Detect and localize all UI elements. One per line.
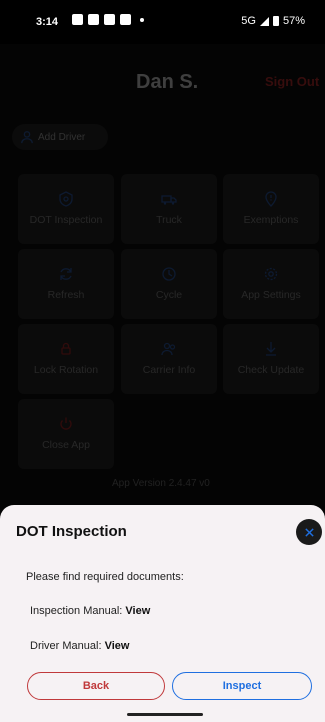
inspection-manual-row: Inspection Manual: View bbox=[30, 605, 150, 617]
sign-out-button[interactable]: Sign Out bbox=[265, 74, 319, 89]
settings-gear-icon bbox=[264, 267, 278, 281]
tile-label: Carrier Info bbox=[142, 364, 196, 376]
carrier-people-icon bbox=[161, 342, 176, 356]
tile-label: App Settings bbox=[241, 289, 301, 301]
driver-manual-view-link[interactable]: View bbox=[105, 640, 130, 652]
status-right: 5G 57% bbox=[241, 15, 305, 27]
tile-exemptions[interactable]: Exemptions bbox=[223, 174, 319, 244]
battery-percent: 57% bbox=[282, 15, 305, 27]
driver-name: Dan S. bbox=[136, 71, 199, 93]
tile-label: Truck bbox=[156, 214, 182, 226]
sheet-title: DOT Inspection bbox=[16, 523, 127, 540]
tile-label: Refresh bbox=[47, 289, 85, 301]
phone-screen: 3:14 5G 57% Dan S. Sign Out Add Driver D… bbox=[0, 0, 325, 722]
status-time: 3:14 bbox=[36, 16, 59, 28]
tile-carrier-info[interactable]: Carrier Info bbox=[121, 324, 217, 394]
tile-close-app[interactable]: Close App bbox=[18, 399, 114, 469]
close-icon bbox=[304, 527, 314, 537]
driver-manual-row: Driver Manual: View bbox=[30, 640, 129, 652]
status-bar: 3:14 5G 57% bbox=[0, 0, 325, 44]
tile-label: Cycle bbox=[155, 289, 183, 301]
driver-manual-label: Driver Manual: bbox=[30, 640, 102, 652]
dot-inspection-sheet: DOT Inspection Please find required docu… bbox=[0, 505, 325, 722]
add-driver-button[interactable]: Add Driver bbox=[12, 124, 108, 150]
refresh-icon bbox=[60, 268, 72, 280]
tile-lock-rotation[interactable]: Lock Rotation bbox=[18, 324, 114, 394]
person-icon bbox=[21, 131, 33, 144]
shield-badge-icon bbox=[59, 191, 73, 207]
alert-pin-icon bbox=[265, 191, 277, 207]
tile-label: DOT Inspection bbox=[29, 214, 103, 226]
power-icon bbox=[60, 417, 72, 430]
cycle-clock-icon bbox=[162, 267, 176, 281]
close-sheet-button[interactable] bbox=[296, 519, 322, 545]
tile-dot-inspection[interactable]: DOT Inspection bbox=[18, 174, 114, 244]
tile-label: Close App bbox=[42, 439, 90, 451]
tile-truck[interactable]: Truck bbox=[121, 174, 217, 244]
tile-refresh[interactable]: Refresh bbox=[18, 249, 114, 319]
notification-icons bbox=[72, 14, 144, 25]
inspection-manual-label: Inspection Manual: bbox=[30, 605, 123, 617]
screen-notification-icon bbox=[120, 14, 131, 25]
tile-label: Lock Rotation bbox=[33, 364, 99, 376]
app-version: App Version 2.4.47 v0 bbox=[112, 478, 210, 489]
tile-label: Check Update bbox=[237, 364, 305, 376]
more-notifications-dot bbox=[140, 17, 144, 22]
back-button[interactable]: Back bbox=[27, 672, 165, 700]
documents-prompt-text: Please find required documents: bbox=[26, 571, 184, 583]
tile-app-settings[interactable]: App Settings bbox=[223, 249, 319, 319]
file-notification-icon bbox=[104, 14, 115, 25]
home-indicator[interactable] bbox=[127, 713, 203, 716]
network-type: 5G bbox=[241, 15, 256, 27]
truck-icon bbox=[161, 195, 177, 205]
tile-cycle[interactable]: Cycle bbox=[121, 249, 217, 319]
linkedin-notification-icon bbox=[88, 14, 99, 25]
battery-icon bbox=[272, 16, 279, 26]
tile-label: Exemptions bbox=[243, 214, 299, 226]
add-driver-label: Add Driver bbox=[38, 131, 86, 143]
inspect-button[interactable]: Inspect bbox=[172, 672, 312, 700]
download-arrow-icon bbox=[266, 342, 276, 356]
inspection-manual-view-link[interactable]: View bbox=[125, 605, 150, 617]
signal-icon bbox=[259, 16, 269, 26]
documents-prompt: Please find required documents: bbox=[26, 571, 184, 583]
lock-rotation-icon bbox=[61, 342, 71, 355]
tile-check-update[interactable]: Check Update bbox=[223, 324, 319, 394]
app-notification-icon bbox=[72, 14, 83, 25]
